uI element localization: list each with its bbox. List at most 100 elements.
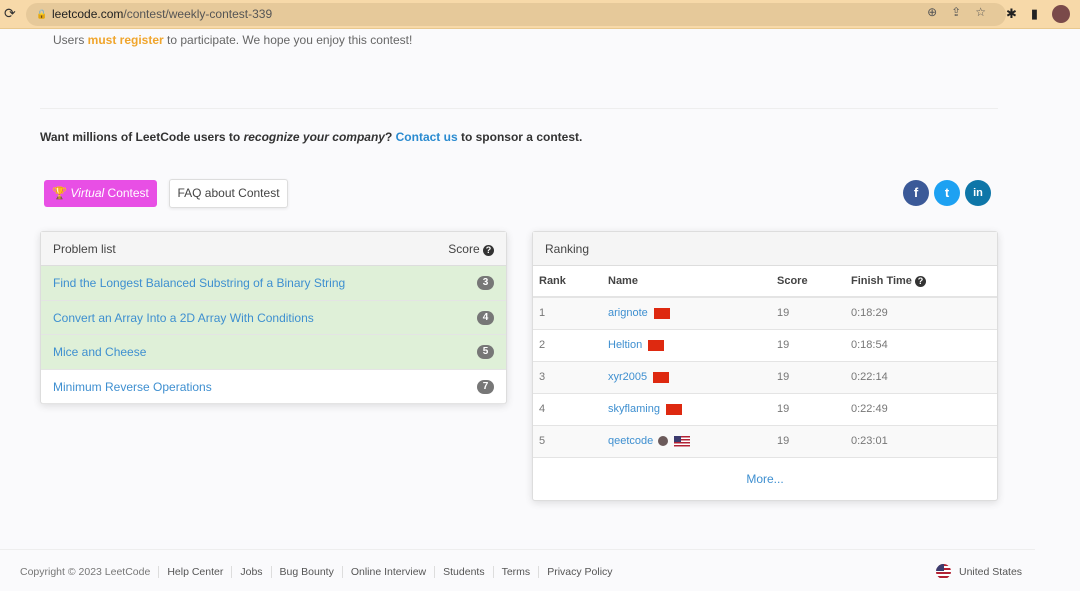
finish-time-label: Finish Time — [851, 275, 912, 287]
footer-link[interactable]: Privacy Policy — [538, 566, 620, 578]
finish-time-cell: 0:23:01 — [845, 425, 997, 458]
help-icon[interactable]: ? — [914, 276, 926, 287]
finish-time-cell: 0:18:29 — [845, 297, 997, 330]
facebook-icon[interactable]: f — [903, 180, 929, 206]
rank-cell: 1 — [533, 297, 602, 330]
score-header: Score — [771, 266, 845, 298]
rank-cell: 5 — [533, 425, 602, 458]
user-link[interactable]: qeetcode — [608, 435, 653, 447]
rank-cell: 4 — [533, 393, 602, 426]
virtual-contest-button[interactable]: 🏆 Virtual Contest — [44, 180, 157, 207]
user-link[interactable]: Heltion — [608, 339, 642, 351]
help-icon[interactable]: ? — [483, 245, 494, 256]
problem-list-panel: Problem list Score ? Find the Longest Ba… — [40, 231, 507, 404]
sponsor-d: to sponsor a contest. — [457, 130, 583, 144]
divider — [40, 108, 998, 109]
problem-score-badge: 4 — [477, 310, 494, 325]
name-cell: skyflaming — [602, 393, 771, 426]
ranking-panel: Ranking Rank Name Score Finish Time ? 1a… — [532, 231, 998, 501]
rank-cell: 2 — [533, 329, 602, 362]
name-cell: arignote — [602, 297, 771, 330]
problem-title-link[interactable]: Mice and Cheese — [53, 345, 146, 359]
rank-cell: 3 — [533, 361, 602, 394]
extensions-icon[interactable]: ✱ — [1006, 6, 1017, 22]
sponsor-text: Want millions of LeetCode users to recog… — [40, 130, 582, 144]
name-cell: Heltion — [602, 329, 771, 362]
ranking-row: 2 Heltion 19 0:18:54 — [533, 329, 997, 362]
name-cell: qeetcode — [602, 425, 771, 458]
rank-header: Rank — [533, 266, 602, 298]
us-flag-icon — [936, 564, 951, 579]
score-cell: 19 — [771, 393, 845, 426]
ranking-row: 3 xyr2005 19 0:22:14 — [533, 361, 997, 394]
score-header: Score — [448, 242, 480, 256]
lock-icon: 🔒 — [36, 9, 48, 19]
user-link[interactable]: skyflaming — [608, 403, 660, 415]
china-flag-icon — [653, 307, 670, 319]
problem-title-link[interactable]: Find the Longest Balanced Substring of a… — [53, 276, 345, 290]
problem-row[interactable]: Convert an Array Into a 2D Array With Co… — [41, 300, 506, 335]
problem-score-badge: 5 — [477, 345, 494, 359]
footer-link[interactable]: Bug Bounty — [270, 566, 342, 578]
ranking-header: Ranking — [533, 232, 997, 266]
finish-time-header: Finish Time ? — [845, 266, 997, 298]
score-cell: 19 — [771, 329, 845, 362]
problem-row[interactable]: Find the Longest Balanced Substring of a… — [41, 266, 506, 301]
us-flag-icon — [674, 435, 691, 447]
share-icon[interactable]: ⇪ — [951, 5, 975, 19]
problem-list-title: Problem list — [53, 242, 116, 256]
reload-icon[interactable]: ⟳ — [4, 5, 16, 22]
ranking-table: Rank Name Score Finish Time ? 1 arignote 1… — [533, 266, 997, 458]
user-link[interactable]: arignote — [608, 307, 648, 319]
problem-row[interactable]: Minimum Reverse Operations 7 — [41, 370, 506, 404]
footer-links: Copyright © 2023 LeetCode Help Center Job… — [20, 566, 621, 578]
contact-us-link[interactable]: Contact us — [396, 130, 458, 144]
more-rankings-link[interactable]: More... — [533, 458, 997, 500]
intro-text: Users — [53, 33, 88, 47]
footer-link[interactable]: Help Center — [158, 566, 231, 578]
problem-title-link[interactable]: Minimum Reverse Operations — [53, 380, 212, 394]
score-cell: 19 — [771, 361, 845, 394]
score-cell: 19 — [771, 297, 845, 330]
sponsor-b: recognize your company — [243, 130, 385, 144]
name-cell: xyr2005 — [602, 361, 771, 394]
china-flag-icon — [653, 371, 670, 383]
intro-text-end: to participate. We hope you enjoy this c… — [163, 33, 413, 47]
region-selector[interactable]: United States — [936, 564, 1022, 579]
problem-list-header: Problem list Score ? — [41, 232, 506, 266]
user-link[interactable]: xyr2005 — [608, 371, 647, 383]
profile-avatar[interactable] — [1052, 5, 1070, 23]
zoom-icon[interactable]: ⊕ — [927, 5, 951, 19]
copyright: Copyright © 2023 LeetCode — [20, 566, 151, 578]
address-bar[interactable]: 🔒 leetcode.com/contest/weekly-contest-33… — [26, 3, 1006, 26]
ranking-row: 4 skyflaming 19 0:22:49 — [533, 393, 997, 426]
finish-time-cell: 0:22:49 — [845, 393, 997, 426]
name-header: Name — [602, 266, 771, 298]
footer-link[interactable]: Terms — [492, 566, 539, 578]
china-flag-icon — [648, 339, 665, 351]
problem-row[interactable]: Mice and Cheese 5 — [41, 335, 506, 370]
browser-toolbar: ⟳ 🔒 leetcode.com/contest/weekly-contest-… — [0, 0, 1080, 29]
ranking-row: 1 arignote 19 0:18:29 — [533, 297, 997, 330]
star-icon[interactable]: ☆ — [975, 5, 1000, 19]
problem-title-link[interactable]: Convert an Array Into a 2D Array With Co… — [53, 311, 314, 325]
contest-badge-icon — [658, 436, 669, 447]
sidepanel-icon[interactable]: ▮ — [1031, 6, 1038, 22]
sponsor-c: ? — [384, 130, 396, 144]
footer-link[interactable]: Students — [434, 566, 492, 578]
footer-link[interactable]: Jobs — [231, 566, 270, 578]
twitter-icon[interactable]: t — [934, 180, 960, 206]
footer-divider — [0, 549, 1035, 550]
contest-label: Contest — [104, 186, 149, 200]
footer-link[interactable]: Online Interview — [341, 566, 434, 578]
sponsor-a: Want millions of LeetCode users to — [40, 130, 244, 144]
problem-score-badge: 7 — [477, 379, 494, 394]
finish-time-cell: 0:18:54 — [845, 329, 997, 362]
ranking-row: 5 qeetcode 19 0:23:01 — [533, 425, 997, 458]
url-path: /contest/weekly-contest-339 — [123, 7, 273, 21]
faq-button[interactable]: FAQ about Contest — [169, 179, 288, 208]
url-host: leetcode.com — [52, 7, 124, 21]
register-notice: Users must register to participate. We h… — [53, 33, 412, 47]
linkedin-icon[interactable]: in — [965, 180, 991, 206]
trophy-icon: 🏆 — [52, 186, 68, 200]
